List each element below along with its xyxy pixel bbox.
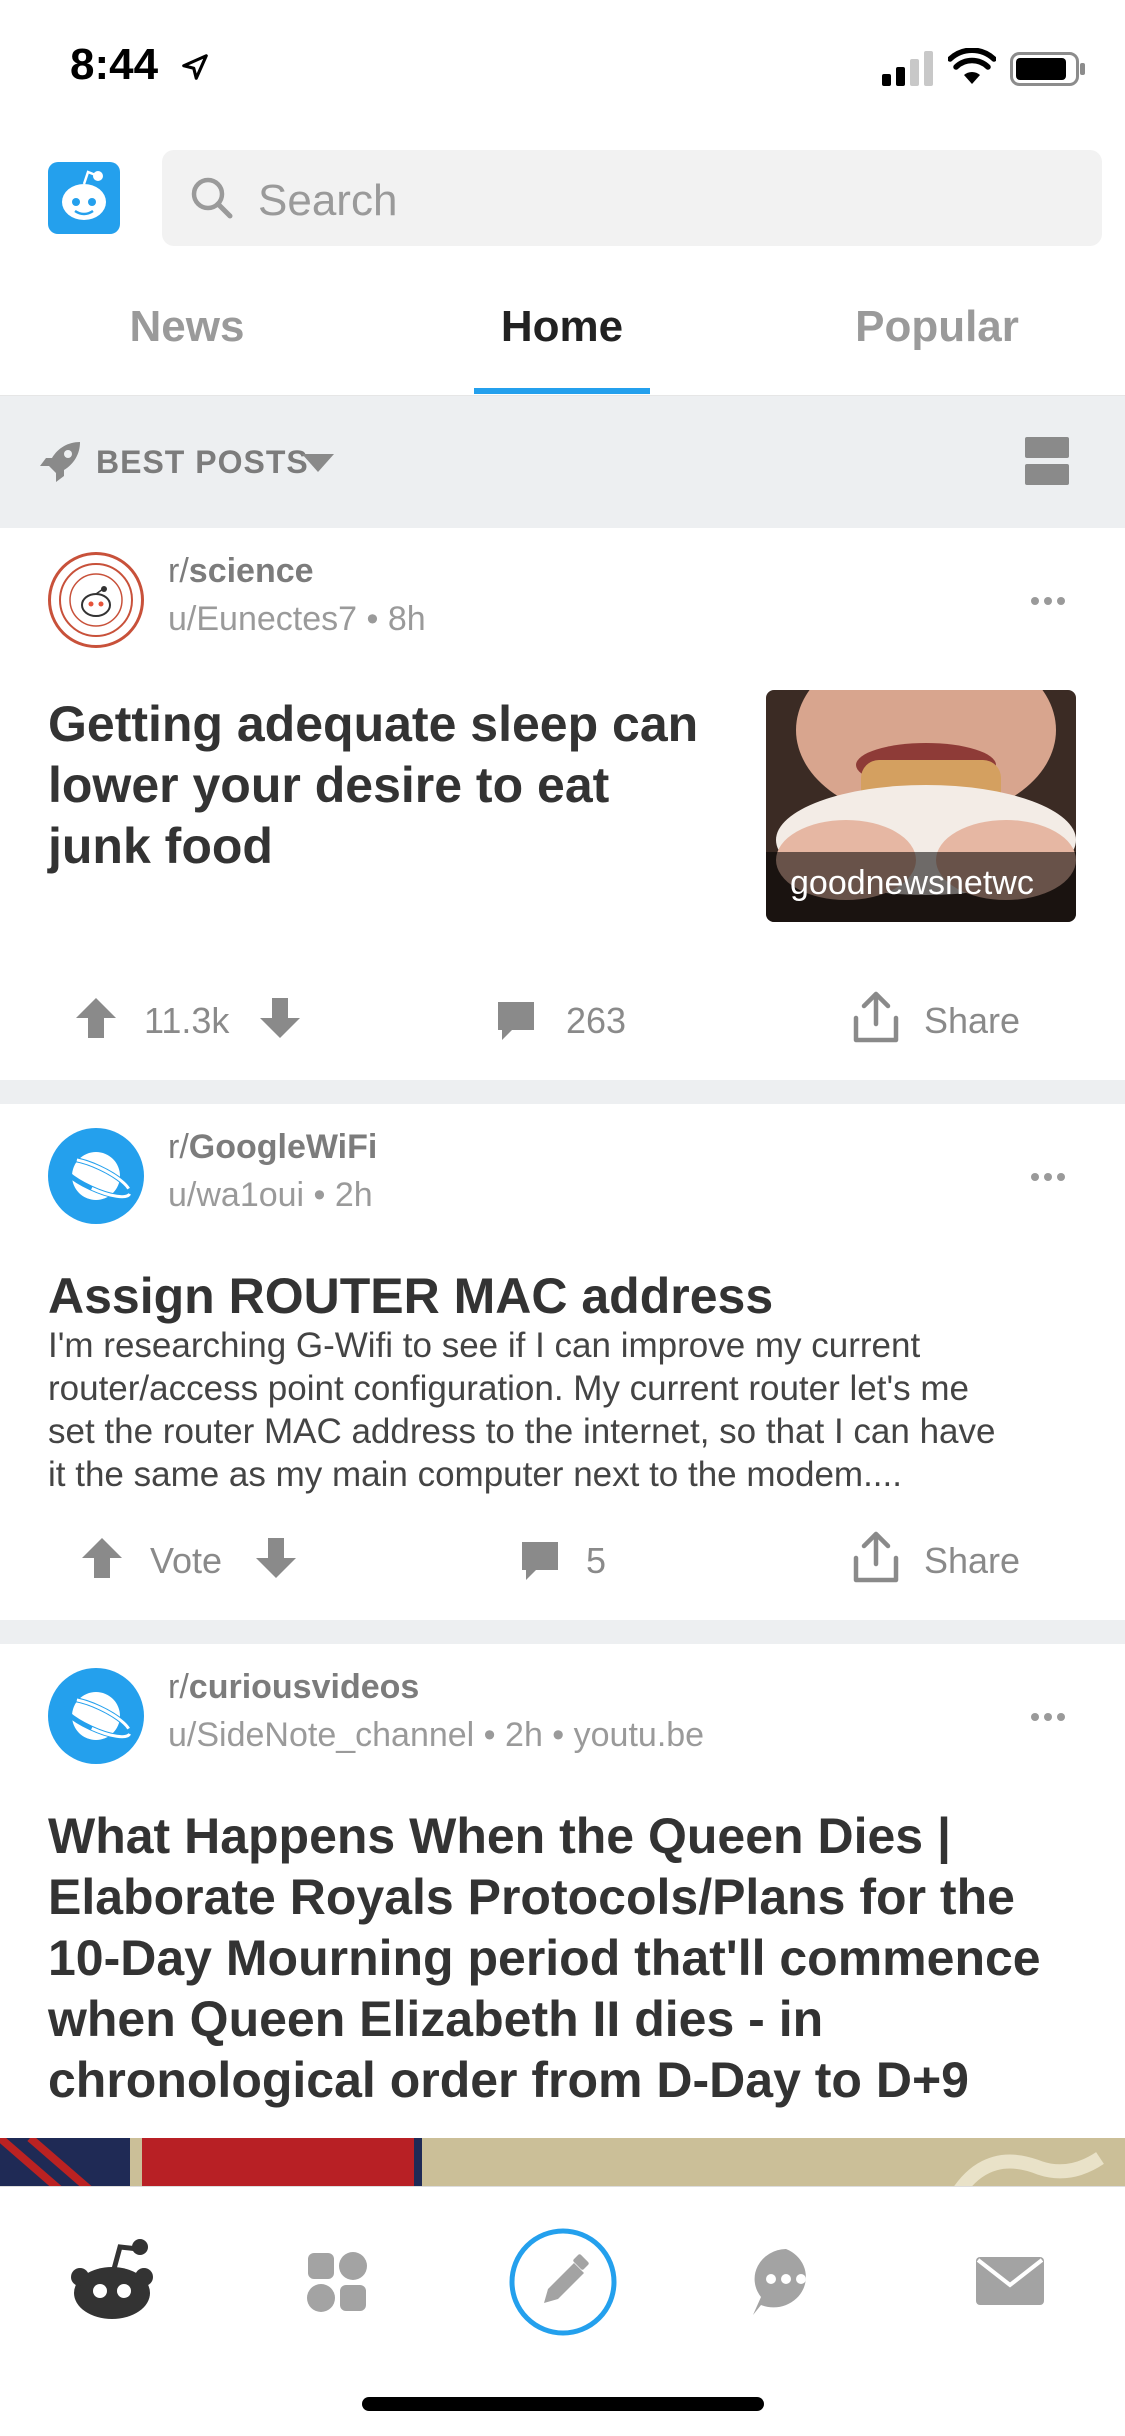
status-time: 8:44 [70, 40, 159, 89]
post-title-line: lower your desire to eat [48, 757, 610, 813]
subreddit-label: GoogleWiFi [188, 1128, 378, 1166]
vote-score: 11.3k [144, 1000, 230, 1041]
status-bar: 8:44 [0, 0, 1125, 140]
nav-chat[interactable] [731, 2227, 841, 2337]
post-body-line: I'm researching G-Wifi to see if I can i… [48, 1326, 921, 1365]
post-title-line: when Queen Elizabeth II dies - in [48, 1991, 824, 2047]
subreddit-name[interactable]: r/curiousvideos [168, 1668, 419, 1707]
home-indicator[interactable] [362, 2397, 764, 2411]
tab-home[interactable]: Home [412, 302, 712, 352]
more-options-icon[interactable] [1030, 1172, 1066, 1182]
post-actions: Vote 5 Share [0, 1520, 1125, 1600]
post-meta: u/SideNote_channel • 2h • youtu.be [168, 1716, 705, 1754]
upvote-icon[interactable] [74, 996, 118, 1040]
cellular-signal-icon [882, 51, 933, 86]
post-divider [0, 1080, 1125, 1104]
vote-label: Vote [150, 1540, 223, 1581]
search-input[interactable]: Search [162, 150, 1102, 246]
post-title-line: chronological order from D-Day to D+9 [48, 2052, 969, 2108]
post-title-line: junk food [48, 818, 273, 874]
post-title[interactable]: Assign ROUTER MAC address [48, 1266, 773, 1327]
envelope-icon [976, 2257, 1044, 2305]
post-title-line: Elaborate Royals Protocols/Plans for the [48, 1869, 1015, 1925]
post-title-line: Getting adequate sleep can [48, 696, 699, 752]
post-body-line: router/access point configuration. My cu… [48, 1369, 969, 1408]
post-meta: u/wa1oui • 2h [168, 1176, 373, 1214]
nav-home[interactable] [60, 2227, 170, 2337]
post-preview-image[interactable] [0, 2138, 1125, 2190]
post-body-line: set the router MAC address to the intern… [48, 1412, 996, 1451]
card-layout-icon[interactable] [1024, 436, 1070, 486]
subreddit-avatar[interactable] [48, 552, 144, 648]
rocket-icon[interactable] [36, 438, 84, 486]
active-tab-indicator [474, 388, 650, 394]
share-icon[interactable] [850, 990, 902, 1044]
sort-label[interactable]: BEST POSTS [96, 444, 309, 481]
nav-inbox[interactable] [956, 2227, 1066, 2337]
search-icon [191, 177, 233, 219]
subreddit-name[interactable]: r/GoogleWiFi [168, 1128, 377, 1167]
reddit-home-icon [71, 2239, 153, 2319]
subreddit-label: curiousvideos [188, 1668, 420, 1706]
subreddit-avatar[interactable] [48, 1668, 144, 1764]
subreddit-prefix: r/ [168, 552, 189, 590]
post-actions: 11.3k 263 Share [0, 980, 1125, 1060]
planet-icon [57, 1692, 133, 1740]
downvote-icon[interactable] [254, 1536, 298, 1580]
sort-bar: BEST POSTS [0, 396, 1125, 528]
preview-image [0, 2138, 1125, 2190]
post-title[interactable]: What Happens When the Queen Dies | Elabo… [48, 1806, 1041, 2111]
subreddit-avatar[interactable] [48, 1128, 144, 1224]
post-title[interactable]: Getting adequate sleep can lower your de… [48, 694, 698, 877]
post-card[interactable]: r/GoogleWiFi u/wa1oui • 2h Assign ROUTER… [0, 1104, 1125, 1620]
post-title-line: What Happens When the Queen Dies | [48, 1808, 951, 1864]
tab-news[interactable]: News [37, 302, 337, 352]
share-icon[interactable] [850, 1530, 902, 1584]
post-card[interactable]: r/curiousvideos u/SideNote_channel • 2h … [0, 1644, 1125, 2138]
post-thumbnail[interactable]: goodnewsnetwc [766, 690, 1076, 922]
upvote-icon[interactable] [80, 1536, 124, 1580]
reddit-logo-icon[interactable] [48, 162, 120, 234]
nav-communities[interactable] [282, 2227, 392, 2337]
bottom-nav [0, 2186, 1125, 2436]
comment-count[interactable]: 263 [566, 1000, 626, 1042]
pencil-icon [509, 2228, 617, 2336]
comment-count[interactable]: 5 [586, 1540, 606, 1582]
chat-bubble-icon [753, 2249, 806, 2315]
location-arrow-icon [182, 54, 208, 80]
battery-icon [1010, 52, 1085, 86]
post-card[interactable]: r/science u/Eunectes7 • 8h Getting adequ… [0, 528, 1125, 1080]
nav-create-post[interactable] [508, 2227, 618, 2337]
subreddit-label: science [188, 552, 314, 590]
header: Search [0, 140, 1125, 260]
post-divider [0, 1620, 1125, 1644]
search-placeholder: Search [258, 176, 398, 225]
subreddit-prefix: r/ [168, 1668, 189, 1706]
post-title-line: Assign ROUTER MAC address [48, 1268, 774, 1324]
subreddit-prefix: r/ [168, 1128, 189, 1166]
share-button[interactable]: Share [924, 1000, 1020, 1042]
more-options-icon[interactable] [1030, 1712, 1066, 1722]
comment-icon[interactable] [494, 998, 538, 1042]
tab-popular[interactable]: Popular [787, 302, 1087, 352]
feed-tabs: News Home Popular [0, 272, 1125, 396]
post-body-line: it the same as my main computer next to … [48, 1455, 902, 1494]
more-options-icon[interactable] [1030, 596, 1066, 606]
downvote-icon[interactable] [258, 996, 302, 1040]
post-meta: u/Eunectes7 • 8h [168, 600, 426, 638]
post-title-line: 10-Day Mourning period that'll commence [48, 1930, 1041, 1986]
grid-icon [307, 2252, 367, 2312]
comment-icon[interactable] [518, 1538, 562, 1582]
thumbnail-domain: goodnewsnetwc [766, 852, 1076, 922]
planet-icon [57, 1152, 133, 1200]
share-button[interactable]: Share [924, 1540, 1020, 1582]
subreddit-name[interactable]: r/science [168, 552, 314, 591]
post-body[interactable]: I'm researching G-Wifi to see if I can i… [48, 1324, 1078, 1496]
wifi-icon [948, 48, 996, 84]
chevron-down-icon[interactable] [300, 452, 336, 474]
